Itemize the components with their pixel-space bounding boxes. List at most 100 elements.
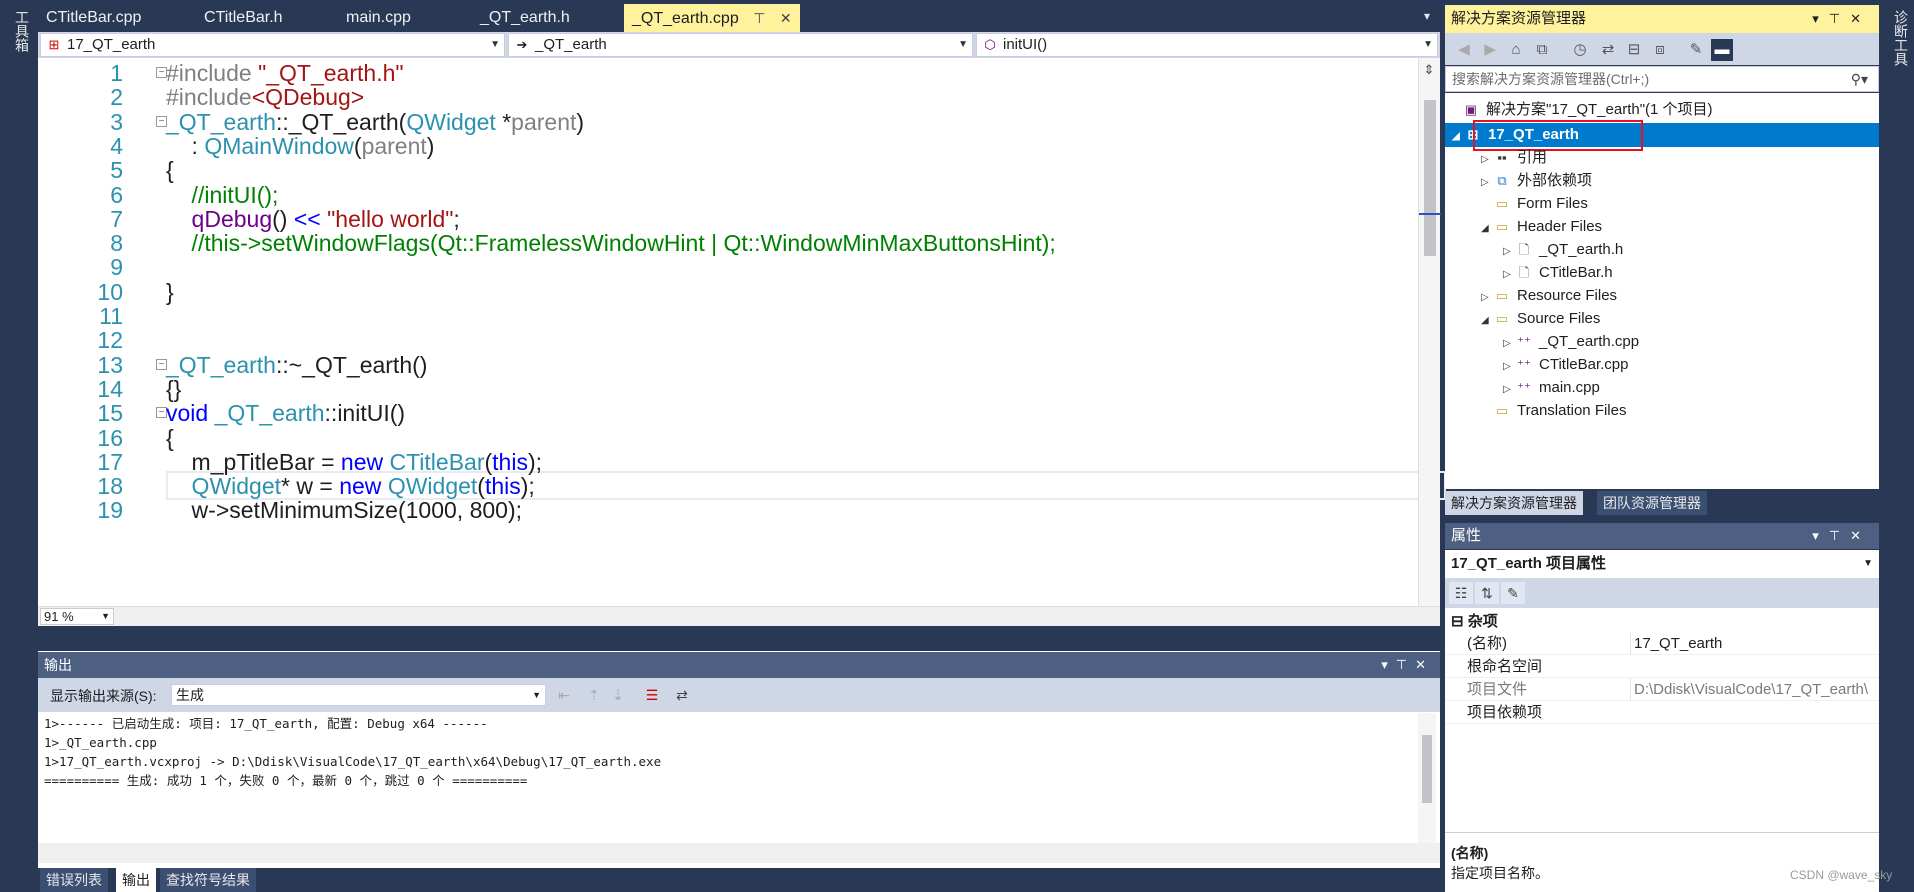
collapsed-triangle-icon[interactable]: ▷ xyxy=(1503,332,1515,355)
tree-solution-node[interactable]: ▣ 解决方案"17_QT_earth"(1 个项目) xyxy=(1462,98,1713,121)
output-source-dropdown[interactable]: 生成 ▼ xyxy=(171,684,546,706)
tree-node[interactable]: ▷ ⁺⁺ CTitleBar.cpp xyxy=(1503,353,1628,376)
toolbox-label[interactable]: 工具箱 xyxy=(9,10,30,52)
property-value[interactable]: D:\Ddisk\VisualCode\17_QT_earth\ xyxy=(1630,678,1879,701)
code-line[interactable]: //initUI(); xyxy=(166,182,279,209)
code-line[interactable]: m_pTitleBar = new CTitleBar(this); xyxy=(166,449,542,476)
clear-all-icon[interactable]: ☰ xyxy=(642,685,662,705)
tree-node[interactable]: ▷ ▭ Resource Files xyxy=(1481,284,1617,307)
tree-node[interactable]: ▷ ⁺⁺ main.cpp xyxy=(1503,376,1600,399)
tree-node[interactable]: ▷ ▪▪ 引用 xyxy=(1481,146,1547,169)
search-icon[interactable]: ⚲▾ xyxy=(1851,67,1868,91)
tree-node[interactable]: ▷ ⁺⁺ _QT_earth.cpp xyxy=(1503,330,1639,353)
code-line[interactable]: { xyxy=(166,425,174,452)
tree-node[interactable]: ▭ Translation Files xyxy=(1481,399,1627,422)
tab-ctitlebar-h[interactable]: CTitleBar.h xyxy=(196,4,291,32)
collapsed-triangle-icon[interactable]: ▷ xyxy=(1503,355,1515,378)
tree-node[interactable]: ▷ 🗋 CTitleBar.h xyxy=(1503,261,1613,284)
code-line[interactable]: : QMainWindow(parent) xyxy=(166,133,435,160)
zoom-dropdown[interactable]: 91 % ▼ xyxy=(40,608,114,625)
categorized-icon[interactable]: ☷ xyxy=(1449,582,1473,604)
next-message-icon[interactable]: ⇣ xyxy=(608,685,628,705)
collapsed-triangle-icon[interactable]: ▷ xyxy=(1481,171,1493,194)
project-dropdown[interactable]: ⊞ 17_QT_earth ▼ xyxy=(40,33,505,57)
tab-qt-earth-cpp[interactable]: _QT_earth.cpp ⊤ ✕ xyxy=(624,4,800,32)
previous-message-icon[interactable]: ⇡ xyxy=(584,685,604,705)
member-dropdown[interactable]: ⬡ initUI() ▼ xyxy=(976,33,1438,57)
switch-views-icon[interactable]: ⧉ xyxy=(1531,39,1553,61)
expanded-triangle-icon[interactable]: ◢ xyxy=(1481,309,1493,332)
editor-vertical-scrollbar[interactable]: ⇕ xyxy=(1418,58,1441,626)
code-editor[interactable]: 1− #include "_QT_earth.h" 2 #include<QDebug… xyxy=(38,58,1446,626)
property-category[interactable]: ⊟ 杂项 xyxy=(1451,610,1498,631)
code-line[interactable]: _QT_earth::_QT_earth(QWidget *parent) xyxy=(166,109,584,136)
pin-icon[interactable]: ⊤ xyxy=(753,4,765,32)
property-pages-wrench-icon[interactable]: ✎ xyxy=(1501,582,1525,604)
pending-changes-filter-icon[interactable]: ◷ xyxy=(1569,39,1591,61)
code-line[interactable]: {} xyxy=(166,376,181,403)
property-value[interactable]: 17_QT_earth xyxy=(1630,632,1879,655)
tab-find-symbol-results[interactable]: 查找符号结果 xyxy=(160,868,256,892)
toolbox-strip[interactable]: 工具箱 xyxy=(0,0,38,892)
alphabetical-sort-icon[interactable]: ⇅ xyxy=(1475,582,1499,604)
back-icon[interactable]: ◀ xyxy=(1453,39,1475,61)
code-line[interactable]: #include "_QT_earth.h" xyxy=(166,60,404,87)
code-line[interactable]: void _QT_earth::initUI() xyxy=(166,400,405,427)
code-line[interactable]: _QT_earth::~_QT_earth() xyxy=(166,352,427,379)
expanded-triangle-icon[interactable]: ◢ xyxy=(1452,125,1464,148)
sync-icon[interactable]: ⇄ xyxy=(1597,39,1619,61)
tree-node[interactable]: ▭ Form Files xyxy=(1481,192,1588,215)
properties-object-dropdown[interactable]: 17_QT_earth 项目属性 ▼ xyxy=(1445,550,1879,578)
output-horizontal-scrollbar[interactable] xyxy=(38,843,1440,863)
tab-error-list[interactable]: 错误列表 xyxy=(40,868,108,892)
tab-overflow-dropdown-icon[interactable]: ▾ xyxy=(1424,9,1430,23)
tab-output[interactable]: 输出 xyxy=(116,868,156,892)
panel-window-controls[interactable]: ▾⊤✕ xyxy=(1812,5,1871,33)
tree-node[interactable]: ▷ 🗋 _QT_earth.h xyxy=(1503,238,1623,261)
collapsed-triangle-icon[interactable]: ▷ xyxy=(1481,286,1493,309)
collapse-all-icon[interactable]: ⊟ xyxy=(1623,39,1645,61)
tree-node[interactable]: ◢ ▭ Header Files xyxy=(1481,215,1602,238)
home-icon[interactable]: ⌂ xyxy=(1505,39,1527,61)
collapse-icon[interactable]: ⊟ xyxy=(1451,613,1464,630)
collapsed-triangle-icon[interactable]: ▷ xyxy=(1503,263,1515,286)
code-line[interactable]: } xyxy=(166,279,174,306)
tree-node[interactable]: ◢ ▭ Source Files xyxy=(1481,307,1600,330)
code-line[interactable]: { xyxy=(166,157,174,184)
solution-search-input[interactable]: 搜索解决方案资源管理器(Ctrl+;) ⚲▾ xyxy=(1445,66,1879,92)
word-wrap-icon[interactable]: ⇄ xyxy=(672,685,692,705)
code-line[interactable]: #include<QDebug> xyxy=(166,84,364,111)
properties-wrench-icon[interactable]: ✎ xyxy=(1685,39,1707,61)
output-vertical-scrollbar[interactable] xyxy=(1418,713,1436,843)
collapsed-triangle-icon[interactable]: ▷ xyxy=(1503,240,1515,263)
diagnostic-tools-strip[interactable]: 诊断工具 xyxy=(1882,0,1914,892)
diagnostic-tools-label[interactable]: 诊断工具 xyxy=(1888,10,1909,66)
expanded-triangle-icon[interactable]: ◢ xyxy=(1481,217,1493,240)
collapsed-triangle-icon[interactable]: ▷ xyxy=(1503,378,1515,401)
tab-solution-explorer[interactable]: 解决方案资源管理器 xyxy=(1445,491,1583,515)
code-line[interactable]: QWidget* w = new QWidget(this); xyxy=(166,473,535,500)
code-line[interactable]: //this->setWindowFlags(Qt::FramelessWind… xyxy=(166,230,1056,257)
code-line[interactable]: w->setMinimumSize(1000, 800); xyxy=(166,497,522,524)
scrollbar-thumb[interactable] xyxy=(1422,735,1432,803)
property-row[interactable]: (名称) 17_QT_earth xyxy=(1445,632,1879,655)
show-all-files-icon[interactable]: ⧈ xyxy=(1649,39,1671,61)
collapsed-triangle-icon[interactable]: ▷ xyxy=(1481,148,1493,171)
forward-icon[interactable]: ▶ xyxy=(1479,39,1501,61)
tab-main-cpp[interactable]: main.cpp xyxy=(338,4,419,32)
property-row[interactable]: 项目文件 D:\Ddisk\VisualCode\17_QT_earth\ xyxy=(1445,678,1879,701)
editor-horizontal-scrollbar[interactable]: 91 % ▼ xyxy=(38,606,1440,626)
property-row[interactable]: 根命名空间 xyxy=(1445,655,1879,678)
panel-window-controls[interactable]: ▾⊤✕ xyxy=(1381,652,1434,678)
panel-window-controls[interactable]: ▾⊤✕ xyxy=(1812,523,1871,549)
scope-dropdown[interactable]: ➔ _QT_earth ▼ xyxy=(508,33,973,57)
find-message-icon[interactable]: ⇤ xyxy=(554,685,574,705)
tree-node[interactable]: ▷ ⧉ 外部依赖项 xyxy=(1481,169,1592,192)
split-editor-icon[interactable]: ⇕ xyxy=(1420,61,1438,79)
code-line[interactable]: qDebug() << "hello world"; xyxy=(166,206,460,233)
tab-ctitlebar-cpp[interactable]: CTitleBar.cpp xyxy=(38,4,149,32)
preview-selected-icon[interactable]: ▬ xyxy=(1711,39,1733,61)
property-row[interactable]: 项目依赖项 xyxy=(1445,701,1879,724)
close-tab-icon[interactable]: ✕ xyxy=(780,4,792,32)
tab-qt-earth-h[interactable]: _QT_earth.h xyxy=(472,4,578,32)
